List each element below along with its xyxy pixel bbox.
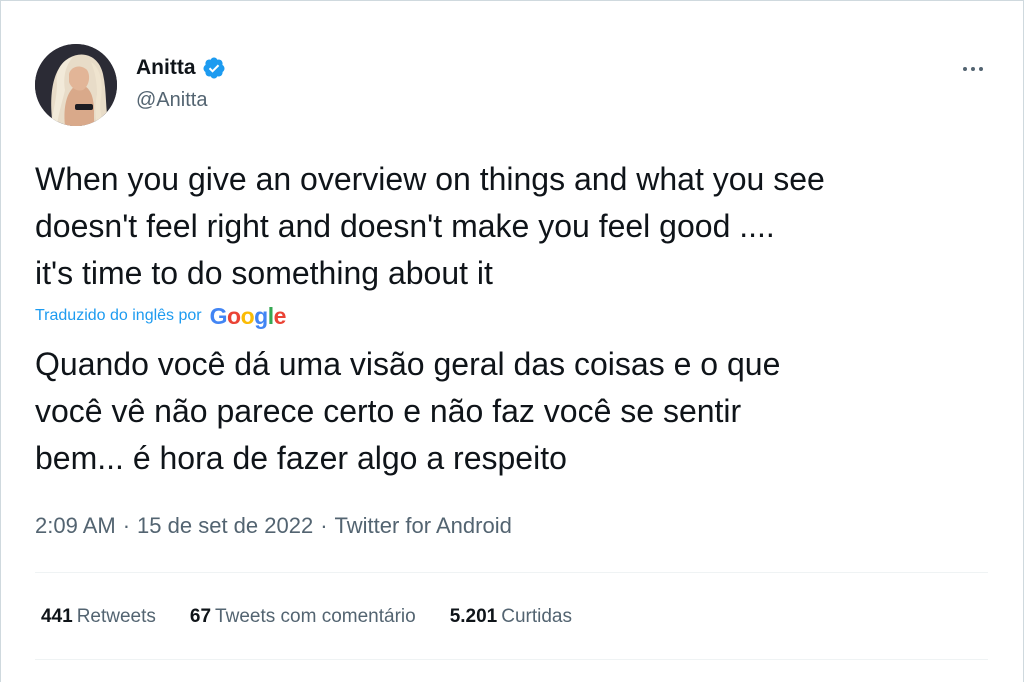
likes-stat[interactable]: 5.201 Curtidas [450,606,572,628]
handle[interactable]: @Anitta [136,89,207,112]
translation-label[interactable]: Traduzido do inglês por [35,307,202,325]
translation-attribution: Traduzido do inglês por Google [35,301,286,331]
translated-text: Quando você dá uma visão geral das coisa… [35,346,781,476]
divider [35,659,988,660]
meta-separator: · [320,513,328,538]
retweets-label: Retweets [76,606,156,627]
retweets-stat[interactable]: 441 Retweets [41,606,156,628]
quote-tweets-count: 67 [189,606,212,627]
meta-separator: · [122,513,131,538]
more-options-button[interactable] [953,55,993,83]
tweet-text: When you give an overview on things and … [35,161,825,291]
likes-count: 5.201 [449,606,498,627]
quote-tweets-stat[interactable]: 67 Tweets com comentário [190,606,416,628]
author-name-row[interactable]: Anitta [136,54,226,82]
avatar[interactable] [35,44,117,126]
google-logo: Google [209,303,287,329]
retweets-count: 441 [41,606,73,627]
verified-badge-icon [202,57,224,79]
tweet-card: Anitta @Anitta When you give an overview… [0,0,1024,682]
likes-label: Curtidas [501,606,572,627]
avatar-image [35,44,117,126]
display-name[interactable]: Anitta [136,56,196,80]
tweet-date[interactable]: 15 de set de 2022 [137,513,313,539]
tweet-source[interactable]: Twitter for Android [335,513,512,539]
quote-tweets-label: Tweets com comentário [215,606,416,627]
tweet-metadata: 2:09 AM · 15 de set de 2022 · Twitter fo… [35,511,512,541]
divider [35,572,988,573]
more-options-icon [961,67,985,71]
tweet-time[interactable]: 2:09 AM [35,513,116,539]
tweet-stats: 441 Retweets 67 Tweets com comentário 5.20… [41,602,606,632]
